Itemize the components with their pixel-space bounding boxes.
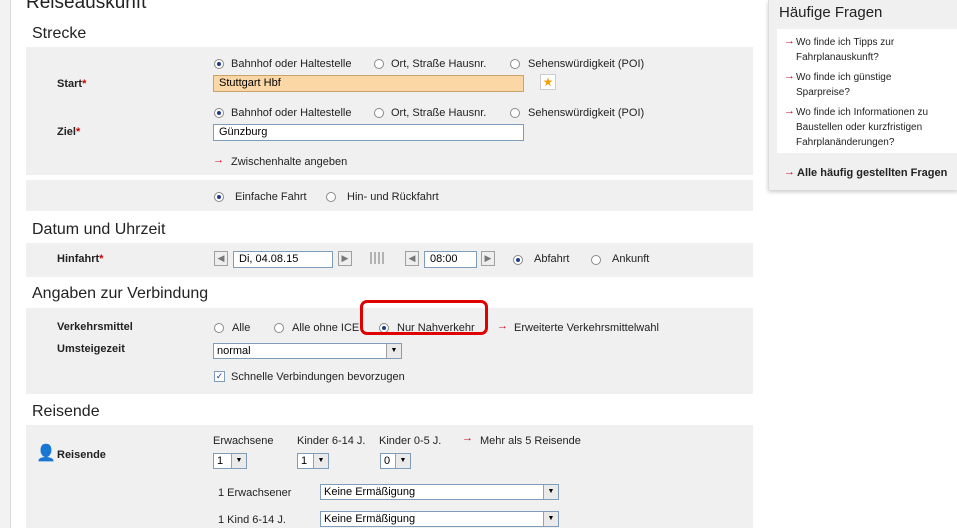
ziel-option-bahnhof: Bahnhof oder Haltestelle: [231, 107, 352, 119]
section-reisende: Reisende: [32, 403, 100, 420]
row2-ermaessigung-select[interactable]: Keine Ermäßigung ▼: [320, 511, 559, 527]
start-input[interactable]: Stuttgart Hbf: [213, 75, 524, 92]
start-radio-ort[interactable]: [374, 59, 384, 69]
time-next-button[interactable]: ▶: [481, 251, 495, 266]
abfahrt-label: Abfahrt: [534, 253, 570, 265]
required-mark: *: [75, 126, 81, 138]
kinder614-count: 1: [301, 455, 308, 467]
chevron-down-icon: ▼: [395, 454, 410, 468]
ziel-radio-poi[interactable]: [510, 108, 520, 118]
vm-ohne-ice-label: Alle ohne ICE: [292, 322, 360, 334]
vm-alle-label: Alle: [232, 322, 251, 334]
mehr-arrow-icon: →: [462, 432, 473, 444]
chevron-down-icon: ▼: [313, 454, 328, 468]
umsteigezeit-select[interactable]: normal ▼: [213, 343, 402, 359]
schnelle-checkbox[interactable]: ✓: [214, 371, 225, 382]
faq-arrow-icon: →: [784, 35, 795, 47]
umsteigezeit-value: normal: [217, 345, 251, 357]
reisende-label: Reisende: [57, 449, 106, 461]
kinder614-header: Kinder 6-14 J.: [297, 435, 366, 447]
verkehrsmittel-label: Verkehrsmittel: [57, 321, 133, 333]
faq-all-arrow-icon: →: [784, 166, 795, 178]
start-label: Start*: [57, 78, 87, 90]
trip-einfach-label: Einfache Fahrt: [235, 191, 307, 203]
row1-ermaessigung-select[interactable]: Keine Ermäßigung ▼: [320, 484, 559, 500]
ziel-option-poi: Sehenswürdigkeit (POI): [528, 107, 645, 119]
page-title: Reiseauskunft: [26, 0, 147, 13]
hinfahrt-label: Hinfahrt*: [57, 253, 104, 265]
section-verbindung: Angaben zur Verbindung: [32, 285, 209, 302]
date-prev-button[interactable]: ◀: [214, 251, 228, 266]
erweitert-link[interactable]: Erweiterte Verkehrsmittelwahl: [514, 322, 659, 334]
row1-value: Keine Ermäßigung: [324, 486, 416, 498]
row1-label: 1 Erwachsener: [218, 487, 292, 499]
trip-hinrueck-label: Hin- und Rückfahrt: [347, 191, 439, 203]
erwachsene-count: 1: [217, 455, 224, 467]
erwachsene-header: Erwachsene: [213, 435, 274, 447]
chevron-down-icon: ▼: [386, 344, 401, 358]
faq-title: Häufige Fragen: [779, 4, 883, 21]
kinder614-select[interactable]: 1 ▼: [297, 453, 329, 469]
faq-item-3[interactable]: Wo finde ich Informationen zu Baustellen…: [796, 105, 946, 150]
section-strecke: Strecke: [32, 25, 87, 42]
time-input[interactable]: 08:00: [424, 251, 477, 268]
faq-all-link[interactable]: Alle häufig gestellten Fragen: [797, 167, 947, 179]
chevron-down-icon: ▼: [543, 485, 558, 499]
ziel-radio-bahnhof[interactable]: [214, 108, 224, 118]
ankunft-radio[interactable]: [591, 255, 601, 265]
section-datum: Datum und Uhrzeit: [32, 221, 166, 238]
faq-item-2[interactable]: Wo finde ich günstige Sparpreise?: [796, 70, 946, 100]
start-radio-poi[interactable]: [510, 59, 520, 69]
faq-arrow-icon: →: [784, 105, 795, 117]
zwischenhalte-link[interactable]: Zwischenhalte angeben: [231, 156, 347, 168]
trip-radio-hinrueck[interactable]: [326, 192, 336, 202]
chevron-down-icon: ▼: [231, 454, 246, 468]
person-icon: 👤: [36, 445, 56, 462]
ziel-radio-ort[interactable]: [374, 108, 384, 118]
faq-arrow-icon: →: [784, 70, 795, 82]
date-input[interactable]: Di, 04.08.15: [233, 251, 333, 268]
mehr-reisende-link[interactable]: Mehr als 5 Reisende: [480, 435, 581, 447]
vm-radio-alle[interactable]: [214, 323, 224, 333]
start-option-bahnhof: Bahnhof oder Haltestelle: [231, 58, 352, 70]
start-radio-bahnhof[interactable]: [214, 59, 224, 69]
ziel-input[interactable]: Günzburg: [213, 124, 524, 141]
favorite-star-icon[interactable]: ★: [540, 74, 556, 90]
left-border: [0, 0, 11, 528]
kinder05-select[interactable]: 0 ▼: [380, 453, 411, 469]
trip-radio-einfach[interactable]: [214, 192, 224, 202]
ziel-label: Ziel*: [57, 126, 81, 138]
erweitert-arrow-icon: →: [497, 320, 508, 332]
umsteigezeit-label: Umsteigezeit: [57, 343, 125, 355]
start-option-ort: Ort, Straße Hausnr.: [391, 58, 487, 70]
faq-panel: Häufige Fragen → Wo finde ich Tipps zur …: [768, 0, 957, 190]
row2-value: Keine Ermäßigung: [324, 513, 416, 525]
abfahrt-radio[interactable]: [513, 255, 523, 265]
required-mark: *: [82, 78, 87, 90]
vm-radio-ohne-ice[interactable]: [274, 323, 284, 333]
schnelle-label: Schnelle Verbindungen bevorzugen: [231, 371, 405, 383]
calendar-icon[interactable]: [370, 252, 386, 264]
kinder05-header: Kinder 0-5 J.: [379, 435, 442, 447]
kinder05-count: 0: [384, 455, 391, 467]
time-prev-button[interactable]: ◀: [405, 251, 419, 266]
ziel-option-ort: Ort, Straße Hausnr.: [391, 107, 487, 119]
faq-item-1[interactable]: Wo finde ich Tipps zur Fahrplanauskunft?: [796, 35, 946, 65]
row2-label: 1 Kind 6-14 J.: [218, 514, 286, 526]
erwachsene-select[interactable]: 1 ▼: [213, 453, 247, 469]
ankunft-label: Ankunft: [612, 253, 650, 265]
zwischenhalte-arrow-icon: →: [213, 154, 224, 166]
annotation-highlight: [360, 300, 488, 335]
date-next-button[interactable]: ▶: [338, 251, 352, 266]
required-mark: *: [99, 253, 104, 265]
chevron-down-icon: ▼: [543, 512, 558, 526]
start-option-poi: Sehenswürdigkeit (POI): [528, 58, 645, 70]
